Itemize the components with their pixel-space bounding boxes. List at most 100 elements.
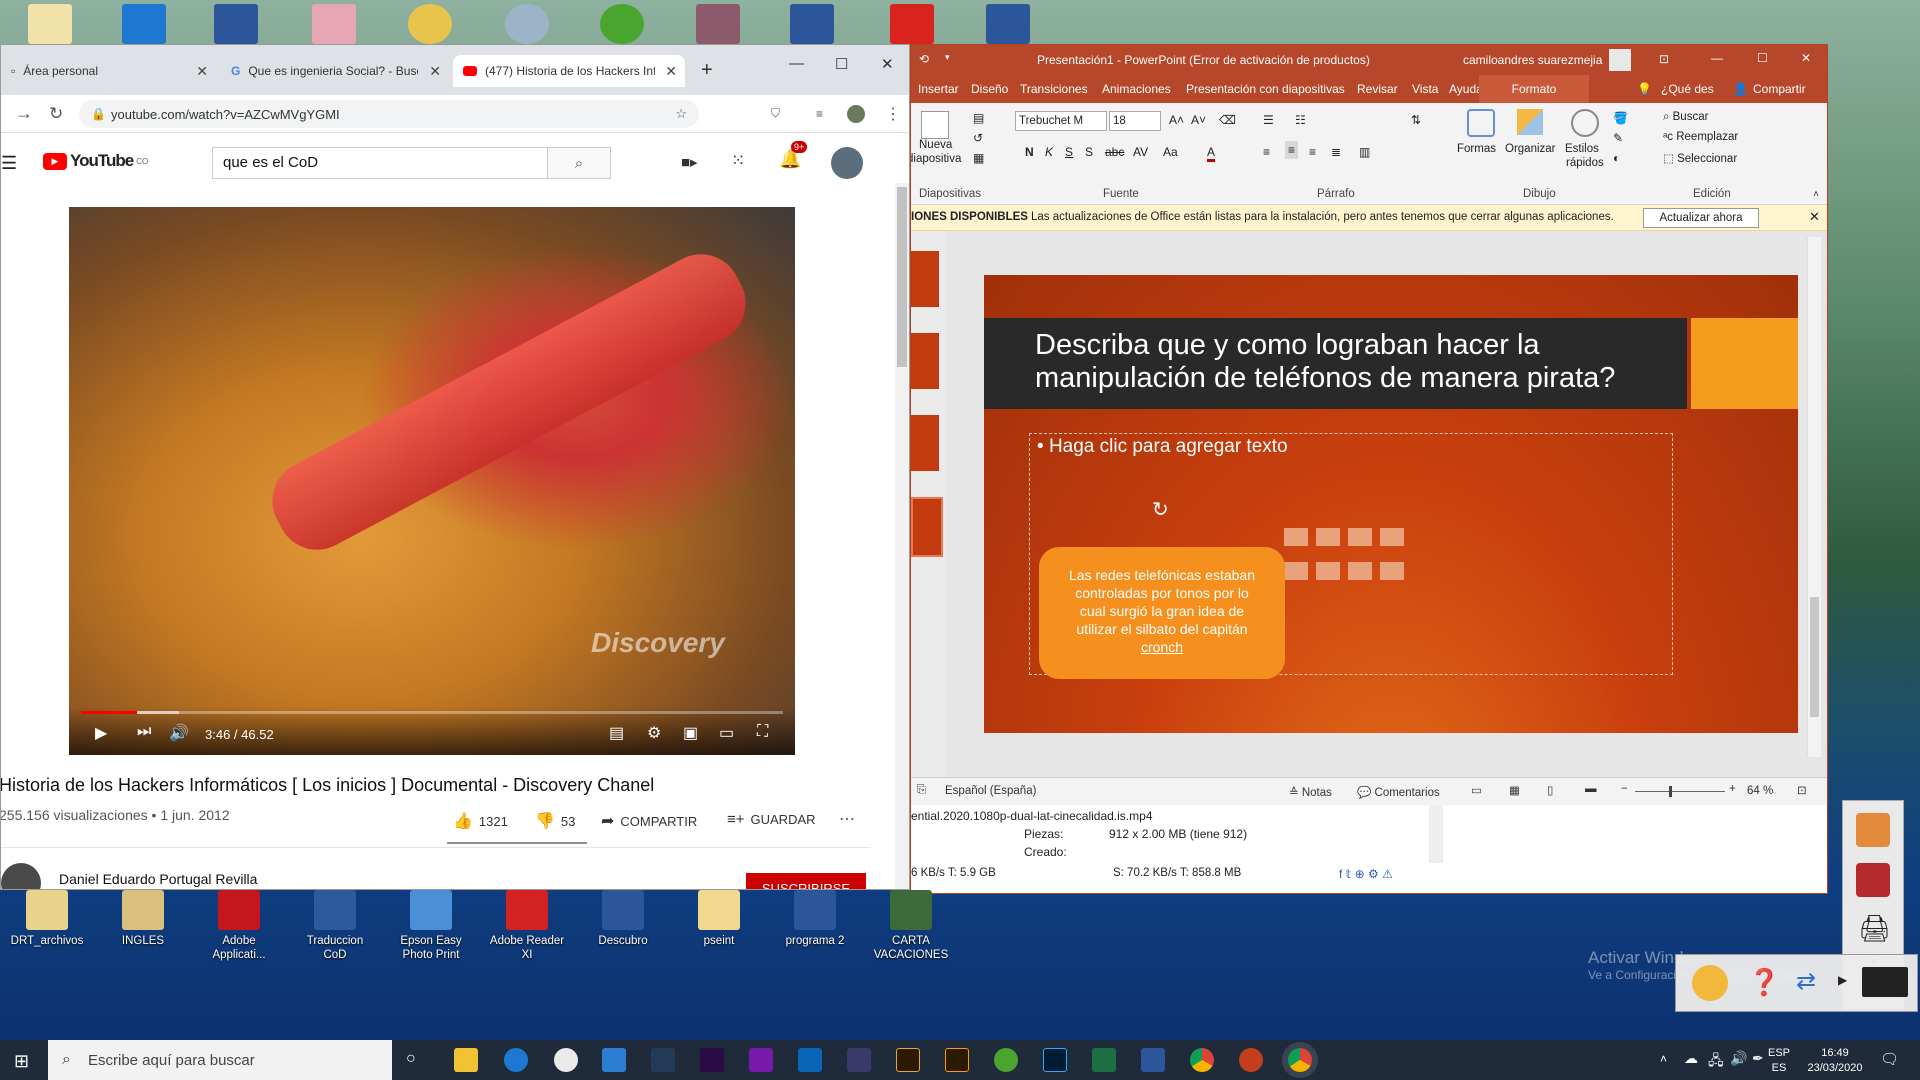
- arrange-icon[interactable]: [1517, 109, 1543, 135]
- columns-icon[interactable]: ▥: [1359, 145, 1370, 159]
- desktop-shortcut[interactable]: programa 2: [774, 890, 856, 948]
- select-button[interactable]: ⬚ Seleccionar: [1663, 151, 1737, 165]
- desktop-shortcut[interactable]: Adobe Applicati...: [198, 890, 280, 962]
- insert-icon-icon[interactable]: [1380, 562, 1404, 580]
- sq-app-icon[interactable]: [408, 4, 452, 44]
- collapse-ribbon-icon[interactable]: ˄: [1813, 189, 1819, 200]
- hamburger-icon[interactable]: ☰: [1, 153, 17, 174]
- update-now-button[interactable]: Actualizar ahora: [1643, 208, 1759, 228]
- photo-file-icon[interactable]: [312, 4, 356, 44]
- new-slide-button-2[interactable]: diapositiva: [911, 153, 961, 165]
- dislike-button[interactable]: 👎 53: [535, 811, 575, 831]
- emoji-app-icon[interactable]: [1692, 965, 1728, 1001]
- utorrent-icon[interactable]: [600, 4, 644, 44]
- miniplayer-icon[interactable]: ▣: [683, 723, 698, 743]
- playlist-icon[interactable]: ≡: [816, 107, 823, 121]
- minimize-icon[interactable]: —: [789, 55, 804, 72]
- layout-icon[interactable]: ▤: [973, 111, 984, 125]
- onenote-icon[interactable]: [749, 1048, 773, 1072]
- tab-animaciones[interactable]: Animaciones: [1102, 82, 1171, 96]
- next-icon[interactable]: ⏭: [137, 723, 151, 741]
- rotate-handle-icon[interactable]: ↻: [1152, 497, 1169, 522]
- youtube-search-input[interactable]: que es el CoD: [212, 147, 548, 179]
- video-progress-bar[interactable]: [81, 711, 783, 714]
- download-scroll[interactable]: [1429, 805, 1443, 863]
- url-input[interactable]: 🔒 youtube.com/watch?v=AZCwMVgYGMI ☆: [79, 100, 699, 128]
- zoom-in-icon[interactable]: +: [1729, 783, 1736, 795]
- volume-icon[interactable]: 🔊: [169, 723, 189, 743]
- chevron-down-icon[interactable]: ▾: [945, 52, 950, 63]
- clear-format-icon[interactable]: ⌫: [1219, 113, 1236, 127]
- slide-canvas[interactable]: Describa que y como lograban hacer la ma…: [984, 275, 1798, 733]
- theater-icon[interactable]: ▭: [719, 723, 734, 743]
- close-icon[interactable]: ✕: [665, 63, 677, 80]
- close-window-icon[interactable]: ✕: [881, 55, 894, 73]
- close-window-icon[interactable]: ✕: [1801, 51, 1811, 65]
- zoom-out-icon[interactable]: −: [1621, 783, 1628, 795]
- tab-vista[interactable]: Vista: [1412, 82, 1438, 96]
- spell-check-icon[interactable]: ⎘: [917, 784, 926, 797]
- quick-styles-button-2[interactable]: rápidos: [1566, 157, 1604, 169]
- new-tab-button[interactable]: +: [701, 59, 713, 82]
- language-indicator[interactable]: ESP ES: [1768, 1046, 1790, 1076]
- notes-button[interactable]: ≙ Notas: [1289, 785, 1332, 799]
- share-button[interactable]: ➦ COMPARTIR: [601, 811, 697, 831]
- chevron-right-icon[interactable]: ▶: [1838, 973, 1847, 987]
- slide-title[interactable]: Describa que y como lograban hacer la ma…: [984, 318, 1687, 409]
- section-icon[interactable]: ▦: [973, 151, 984, 165]
- cloud-tray-icon[interactable]: ☁: [1684, 1050, 1698, 1067]
- align-center-icon[interactable]: ≡: [1285, 141, 1299, 159]
- share-button[interactable]: Compartir: [1753, 82, 1806, 96]
- keyboard-icon[interactable]: [1862, 967, 1908, 997]
- tab-insertar[interactable]: Insertar: [918, 82, 959, 96]
- pdf-file-icon[interactable]: [890, 4, 934, 44]
- reading-view-icon[interactable]: ▯: [1547, 783, 1553, 797]
- premiere-icon[interactable]: [700, 1048, 724, 1072]
- photoshop-icon[interactable]: [1043, 1048, 1067, 1072]
- slideshow-view-icon[interactable]: ▬: [1585, 783, 1597, 795]
- utorrent-icon[interactable]: [994, 1048, 1018, 1072]
- desktop-shortcut[interactable]: Adobe Reader XI: [486, 890, 568, 962]
- replace-button[interactable]: ᵃc Reemplazar: [1663, 131, 1738, 143]
- shield-extension-icon[interactable]: ⛉: [771, 106, 780, 121]
- maximize-icon[interactable]: ☐: [1757, 51, 1768, 65]
- desktop-shortcut[interactable]: Descubro: [582, 890, 664, 948]
- quick-styles-icon[interactable]: [1571, 109, 1599, 137]
- effects-icon[interactable]: ◐: [1613, 151, 1620, 165]
- word-icon[interactable]: [1141, 1048, 1165, 1072]
- help-app-icon[interactable]: ❓: [1748, 967, 1780, 998]
- align-left-icon[interactable]: ≡: [1263, 145, 1270, 159]
- close-icon[interactable]: ✕: [196, 63, 208, 80]
- reset-icon[interactable]: ↺: [973, 131, 983, 145]
- shapes-button[interactable]: Formas: [1457, 143, 1496, 155]
- word-doc-icon[interactable]: [790, 4, 834, 44]
- task-view-icon[interactable]: ○: [406, 1050, 416, 1068]
- star-icon[interactable]: ☆: [675, 106, 687, 122]
- tab-google-search[interactable]: G Que es ingenieria Social? - Busc ✕: [221, 55, 449, 87]
- zoom-level[interactable]: 64 %: [1747, 785, 1773, 797]
- chrome-icon[interactable]: [1190, 1048, 1214, 1072]
- gear-icon[interactable]: ⚙: [647, 723, 661, 743]
- quick-styles-button[interactable]: Estilos: [1565, 143, 1599, 155]
- slide-thumbnail[interactable]: [911, 333, 939, 389]
- align-right-icon[interactable]: ≡: [1309, 145, 1316, 159]
- tab-diseno[interactable]: Diseño: [971, 82, 1008, 96]
- desktop-shortcut[interactable]: pseint: [678, 890, 760, 948]
- pen-icon[interactable]: ✒: [1752, 1050, 1764, 1067]
- subscribe-button[interactable]: SUSCRIBIRSE: [746, 873, 866, 889]
- bold-icon[interactable]: N: [1025, 145, 1034, 159]
- insert-3d-icon[interactable]: [1380, 528, 1404, 546]
- tab-revisar[interactable]: Revisar: [1357, 82, 1398, 96]
- image-file-icon[interactable]: [696, 4, 740, 44]
- tab-area-personal[interactable]: ▫ Área personal ✕: [1, 55, 216, 87]
- tab-presentacion[interactable]: Presentación con diapositivas: [1186, 82, 1345, 96]
- grow-font-icon[interactable]: A˄: [1169, 113, 1184, 127]
- fullscreen-icon[interactable]: ⛶: [757, 723, 768, 741]
- lightroom-icon[interactable]: [651, 1048, 675, 1072]
- cloud-app-icon[interactable]: [554, 1048, 578, 1072]
- taskbar-search-input[interactable]: ⌕ Escribe aquí para buscar: [48, 1040, 392, 1080]
- fill-icon[interactable]: 🪣: [1613, 111, 1628, 125]
- edge-icon[interactable]: [504, 1048, 528, 1072]
- sorter-view-icon[interactable]: ▦: [1509, 783, 1520, 797]
- language-status[interactable]: Español (España): [945, 785, 1036, 797]
